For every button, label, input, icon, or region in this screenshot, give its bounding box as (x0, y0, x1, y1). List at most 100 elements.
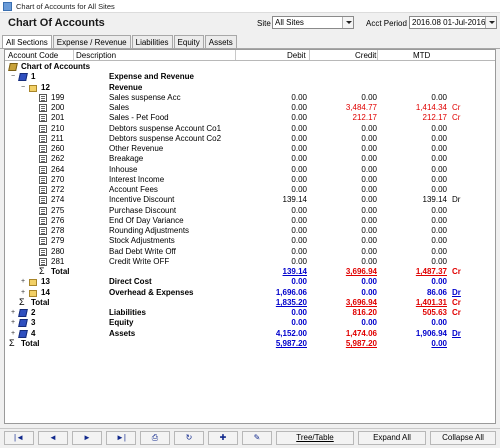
credit-value: 212.17 (352, 113, 377, 123)
doc-icon (39, 206, 47, 215)
doc-icon (39, 237, 47, 246)
debit-value: 0.00 (291, 133, 307, 143)
table-row[interactable]: 211 Debtors suspense Account Co2 0.00 0.00 0… (5, 134, 495, 144)
chevron-down-icon[interactable] (485, 17, 496, 28)
tab-liabilities[interactable]: Liabilities (131, 35, 173, 48)
mtd-value: 1,401.31 (415, 297, 447, 307)
table-row[interactable]: − 12 Revenue (5, 83, 495, 93)
account-description: Expense and Revenue (109, 72, 194, 82)
table-row[interactable]: 275 Purchase Discount 0.00 0.00 0.00 (5, 206, 495, 216)
tab-expense-revenue[interactable]: Expense / Revenue (52, 35, 131, 48)
table-row[interactable]: 274 Incentive Discount 139.14 0.00 139.14 Dr (5, 195, 495, 205)
table-row[interactable]: 201 Sales - Pet Food 0.00 212.17 212.17 Cr (5, 113, 495, 123)
last-record-button[interactable]: ►| (106, 431, 136, 445)
col-description[interactable]: Description (76, 51, 116, 60)
total-row[interactable]: Σ Total 5,987.20 5,987.20 0.00 (5, 338, 495, 349)
table-row[interactable]: +14 Overhead & Expenses 1,696.06 0.00 86.06 D… (5, 288, 495, 298)
total-row[interactable]: Σ Total 1,835.20 3,696.94 1,401.31 Cr (5, 297, 495, 308)
site-select[interactable]: All Sites (272, 16, 354, 29)
table-row[interactable]: 272 Account Fees 0.00 0.00 0.00 (5, 185, 495, 195)
account-code: Chart of Accounts (21, 62, 91, 71)
tab-all-sections[interactable]: All Sections (2, 35, 52, 49)
expand-all-button[interactable]: Expand All (358, 431, 426, 445)
col-credit[interactable]: Credit (355, 51, 376, 60)
account-description: Interest Income (109, 174, 165, 184)
chevron-down-icon[interactable] (342, 17, 353, 28)
credit-value: 3,696.94 (345, 297, 377, 307)
acct-period-label: Acct Period (366, 19, 407, 28)
table-row[interactable]: 270 Interest Income 0.00 0.00 0.00 (5, 175, 495, 185)
debit-value: 0.00 (291, 256, 307, 266)
expand-icon[interactable]: + (19, 278, 27, 286)
next-record-button[interactable]: ► (72, 431, 102, 445)
add-button[interactable]: ✚ (208, 431, 238, 445)
account-description: Purchase Discount (109, 205, 177, 215)
expand-icon[interactable]: + (9, 330, 17, 338)
table-row[interactable]: +13 Direct Cost 0.00 0.00 0.00 (5, 277, 495, 287)
debit-value: 0.00 (291, 113, 307, 123)
debit-value: 0.00 (291, 185, 307, 194)
table-row[interactable]: +4 Assets 4,152.00 1,474.06 1,906.94 Dr (5, 329, 495, 339)
doc-icon (39, 124, 47, 133)
debit-value: 0.00 (291, 92, 307, 102)
debit-value (237, 83, 307, 93)
refresh-button[interactable]: ↻ (174, 431, 204, 445)
dr-cr-indicator: Cr (452, 267, 461, 276)
col-debit[interactable]: Debit (287, 51, 306, 60)
table-row[interactable]: 276 End Of Day Variance 0.00 0.00 0.00 (5, 216, 495, 226)
table-row[interactable]: 278 Rounding Adjustments 0.00 0.00 0.00 (5, 226, 495, 236)
credit-value: 816.20 (352, 308, 377, 317)
table-row[interactable]: 279 Stock Adjustments 0.00 0.00 0.00 (5, 236, 495, 246)
print-button[interactable]: ⎙ (140, 431, 170, 445)
collapse-all-button[interactable]: Collapse All (430, 431, 496, 445)
column-divider[interactable] (235, 50, 236, 60)
prev-icon: ◄ (49, 433, 57, 442)
column-divider[interactable] (309, 50, 310, 60)
accounts-tree-grid[interactable]: Account Code Description Debit Credit MT… (4, 49, 496, 424)
table-row[interactable]: 280 Bad Debt Write Off 0.00 0.00 0.00 (5, 247, 495, 257)
col-mtd[interactable]: MTD (413, 51, 430, 60)
account-code: 3 (31, 318, 36, 328)
table-row[interactable]: 281 Credit Write OFF 0.00 0.00 0.00 (5, 257, 495, 267)
doc-icon (39, 175, 47, 184)
prev-record-button[interactable]: ◄ (38, 431, 68, 445)
table-row[interactable]: 264 Inhouse 0.00 0.00 0.00 (5, 165, 495, 175)
table-row[interactable]: 260 Other Revenue 0.00 0.00 0.00 (5, 144, 495, 154)
account-description: Sales - Pet Food (109, 113, 169, 123)
collapse-icon[interactable]: − (19, 84, 27, 92)
table-row[interactable]: 210 Debtors suspense Account Co1 0.00 0.00 0… (5, 124, 495, 134)
table-row[interactable]: +3 Equity 0.00 0.00 0.00 (5, 318, 495, 328)
account-description: Other Revenue (109, 144, 164, 153)
first-icon: |◄ (14, 433, 24, 442)
col-account-code[interactable]: Account Code (8, 51, 58, 60)
total-row[interactable]: Σ Total 139.14 3,696.94 1,487.37 Cr (5, 267, 495, 277)
site-value: All Sites (275, 18, 304, 27)
mtd-value: 0.00 (431, 338, 447, 348)
debit-value: 0.00 (291, 164, 307, 174)
edit-button[interactable]: ✎ (242, 431, 272, 445)
table-row[interactable]: 262 Breakage 0.00 0.00 0.00 (5, 154, 495, 164)
tab-equity[interactable]: Equity (173, 35, 204, 48)
debit-value: 0.00 (291, 308, 307, 317)
table-row[interactable]: Chart of Accounts (5, 62, 495, 72)
table-row[interactable]: − 1 Expense and Revenue (5, 72, 495, 82)
debit-value: 0.00 (291, 123, 307, 133)
expand-icon[interactable]: + (9, 319, 17, 327)
acct-period-select[interactable]: 2016.08 01-Jul-2016 (409, 16, 497, 29)
account-description: Inhouse (109, 164, 138, 174)
expand-icon[interactable]: + (9, 309, 17, 317)
doc-icon (39, 134, 47, 143)
column-divider[interactable] (377, 50, 378, 60)
tree-table-button[interactable]: Tree/Table (276, 431, 354, 445)
tab-assets[interactable]: Assets (204, 35, 237, 48)
mtd-value (377, 72, 447, 82)
table-row[interactable]: 199 Sales suspense Acc 0.00 0.00 0.00 (5, 93, 495, 103)
mtd-value: 0.00 (431, 123, 447, 133)
credit-value: 0.00 (361, 185, 377, 194)
table-row[interactable]: +2 Liabilities 0.00 816.20 505.63 Cr (5, 308, 495, 318)
column-divider[interactable] (73, 50, 74, 60)
first-record-button[interactable]: |◄ (4, 431, 34, 445)
collapse-icon[interactable]: − (9, 73, 17, 81)
table-row[interactable]: 200 Sales 0.00 3,484.77 1,414.34 Cr (5, 103, 495, 113)
expand-icon[interactable]: + (19, 289, 27, 297)
